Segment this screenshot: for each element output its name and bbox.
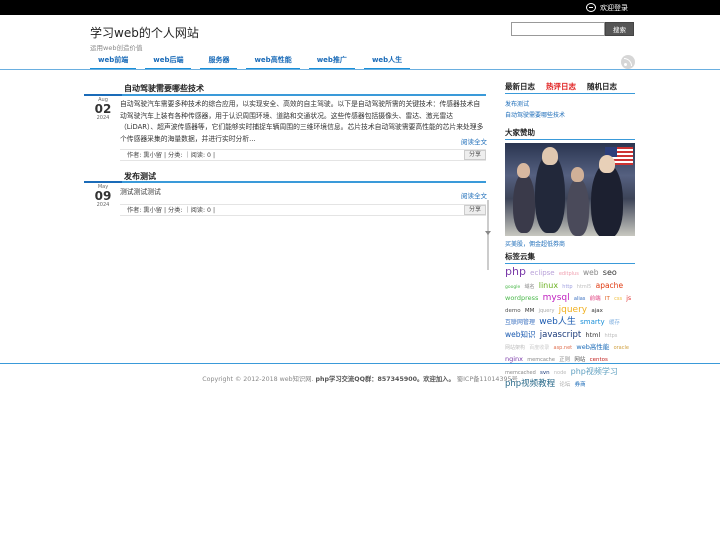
- tag-link[interactable]: nginx: [505, 355, 523, 363]
- sponsor-heading: 大家赞助: [505, 128, 535, 137]
- footer-copyright: Copyright © 2012-2018 web知识网.: [202, 376, 314, 383]
- tag-link[interactable]: demo: [505, 308, 521, 314]
- sidebar-post-link[interactable]: 发布测试: [505, 99, 529, 108]
- share-button[interactable]: 分享: [464, 150, 486, 160]
- footer-icp[interactable]: 蜀ICP备11014395号: [457, 376, 518, 383]
- tag-link[interactable]: jquery: [539, 308, 555, 314]
- post-excerpt: 自动驾驶汽车需要多种技术的综合应用，以实现安全、高效的自主驾驶。以下是自动驾驶所…: [120, 100, 484, 143]
- footer-divider: [0, 363, 720, 364]
- tag-link[interactable]: eclipse: [530, 269, 554, 277]
- read-more-link[interactable]: 阅读全文: [461, 136, 487, 146]
- tag-link[interactable]: apache: [596, 281, 623, 290]
- nav-item-web-backend[interactable]: web后端: [145, 52, 192, 70]
- sidebar-post-link[interactable]: 自动驾驶需要哪些技术: [505, 110, 565, 119]
- post-excerpt: 测试测试测试: [120, 188, 161, 196]
- tag-link[interactable]: linux: [539, 281, 558, 290]
- tag-link[interactable]: 互联网管理: [505, 319, 535, 326]
- tag-link[interactable]: js: [626, 295, 631, 302]
- tag-link[interactable]: google: [505, 285, 520, 290]
- tag-link[interactable]: javascript: [540, 330, 582, 340]
- tag-link[interactable]: 网站架构: [505, 345, 525, 351]
- tags-divider: [505, 263, 635, 264]
- post-year: 2024: [96, 115, 110, 121]
- tag-link[interactable]: 百度收录: [529, 345, 549, 351]
- tag-link[interactable]: php: [505, 265, 526, 278]
- power-icon: [586, 3, 596, 12]
- post-divider: [84, 181, 486, 183]
- nav-item-web-performance[interactable]: web高性能: [246, 52, 300, 70]
- tag-link[interactable]: https: [605, 333, 618, 339]
- login-label: 欢迎登录: [600, 3, 628, 12]
- tag-link[interactable]: oracle: [614, 345, 629, 351]
- nav-item-web-life[interactable]: web人生: [363, 52, 411, 70]
- site-title[interactable]: 学习web的个人网站: [90, 24, 199, 41]
- tag-link[interactable]: web高性能: [576, 343, 609, 351]
- tags-heading: 标签云集: [505, 252, 535, 261]
- tag-link[interactable]: html: [585, 331, 600, 339]
- top-bar: 欢迎登录: [0, 0, 720, 15]
- post-date: May 09 2024: [88, 184, 118, 208]
- tag-link[interactable]: alias: [574, 296, 586, 302]
- nav-item-web-promotion[interactable]: web推广: [308, 52, 355, 70]
- login-link[interactable]: 欢迎登录: [586, 2, 628, 13]
- tag-link[interactable]: web知识: [505, 330, 536, 339]
- tag-cloud: php eclipse editplus web seo google 域名 l…: [505, 266, 637, 391]
- tag-link[interactable]: web人生: [539, 317, 576, 327]
- nav-item-server[interactable]: 服务器: [200, 52, 238, 70]
- sponsor-caption[interactable]: 买美股，佣金超低券商: [505, 239, 565, 248]
- sponsor-image[interactable]: [505, 143, 635, 236]
- tag-link[interactable]: html5: [577, 284, 592, 290]
- tag-link[interactable]: MM: [525, 308, 535, 314]
- post-year: 2024: [96, 202, 110, 208]
- search-input[interactable]: [511, 22, 605, 36]
- tag-link[interactable]: editplus: [559, 271, 579, 277]
- post-divider: [84, 94, 486, 96]
- tag-link[interactable]: seo: [603, 268, 617, 277]
- tag-link[interactable]: ajax: [591, 308, 603, 314]
- tag-link[interactable]: IT: [605, 296, 610, 302]
- share-button[interactable]: 分享: [464, 205, 486, 215]
- footer: Copyright © 2012-2018 web知识网. php学习交流QQ群…: [0, 374, 720, 383]
- tag-link[interactable]: jquery: [559, 305, 587, 315]
- search-button[interactable]: 搜索: [605, 22, 634, 36]
- post-day: 09: [94, 189, 112, 203]
- scroll-down-icon[interactable]: [485, 231, 491, 235]
- nav-divider: [0, 69, 720, 70]
- main-nav: web前端 web后端 服务器 web高性能 web推广 web人生: [90, 52, 419, 70]
- scroll-track[interactable]: [487, 200, 489, 270]
- tag-link[interactable]: mysql: [543, 293, 570, 303]
- tag-link[interactable]: 域名: [524, 284, 534, 290]
- footer-qq-group: php学习交流QQ群：857345900。欢迎加入。: [315, 376, 455, 383]
- rss-icon[interactable]: [621, 55, 635, 69]
- tab-divider: [505, 93, 635, 94]
- tag-link[interactable]: 前端: [590, 296, 601, 302]
- tag-link[interactable]: smarty: [580, 318, 605, 326]
- sidebar-tabs: 最新日志 热评日志 随机日志: [505, 81, 628, 92]
- nav-item-web-frontend[interactable]: web前端: [90, 52, 137, 70]
- tag-link[interactable]: wordpress: [505, 294, 538, 302]
- tag-link[interactable]: css: [614, 296, 622, 302]
- tab-random-posts[interactable]: 随机日志: [587, 81, 617, 92]
- tag-link[interactable]: asp.net: [554, 345, 573, 351]
- post-meta: 作者: 熏小留 | 分类: ｜阅读: 0 |: [120, 204, 486, 216]
- tab-hot-posts[interactable]: 热评日志: [546, 81, 576, 92]
- post-day: 02: [94, 102, 112, 116]
- tab-latest-posts[interactable]: 最新日志: [505, 81, 535, 92]
- tag-link[interactable]: 缓存: [609, 320, 620, 326]
- site-subtitle: 运用web创造价值: [90, 44, 143, 52]
- post-title[interactable]: 自动驾驶需要哪些技术: [124, 83, 204, 94]
- post-meta: 作者: 熏小留 | 分类: ｜阅读: 0 |: [120, 149, 486, 161]
- post-date: Aug 02 2024: [88, 97, 118, 121]
- read-more-link[interactable]: 阅读全文: [461, 190, 487, 200]
- sponsor-divider: [505, 139, 635, 140]
- tag-link[interactable]: http: [562, 284, 572, 290]
- tag-link[interactable]: web: [583, 268, 599, 277]
